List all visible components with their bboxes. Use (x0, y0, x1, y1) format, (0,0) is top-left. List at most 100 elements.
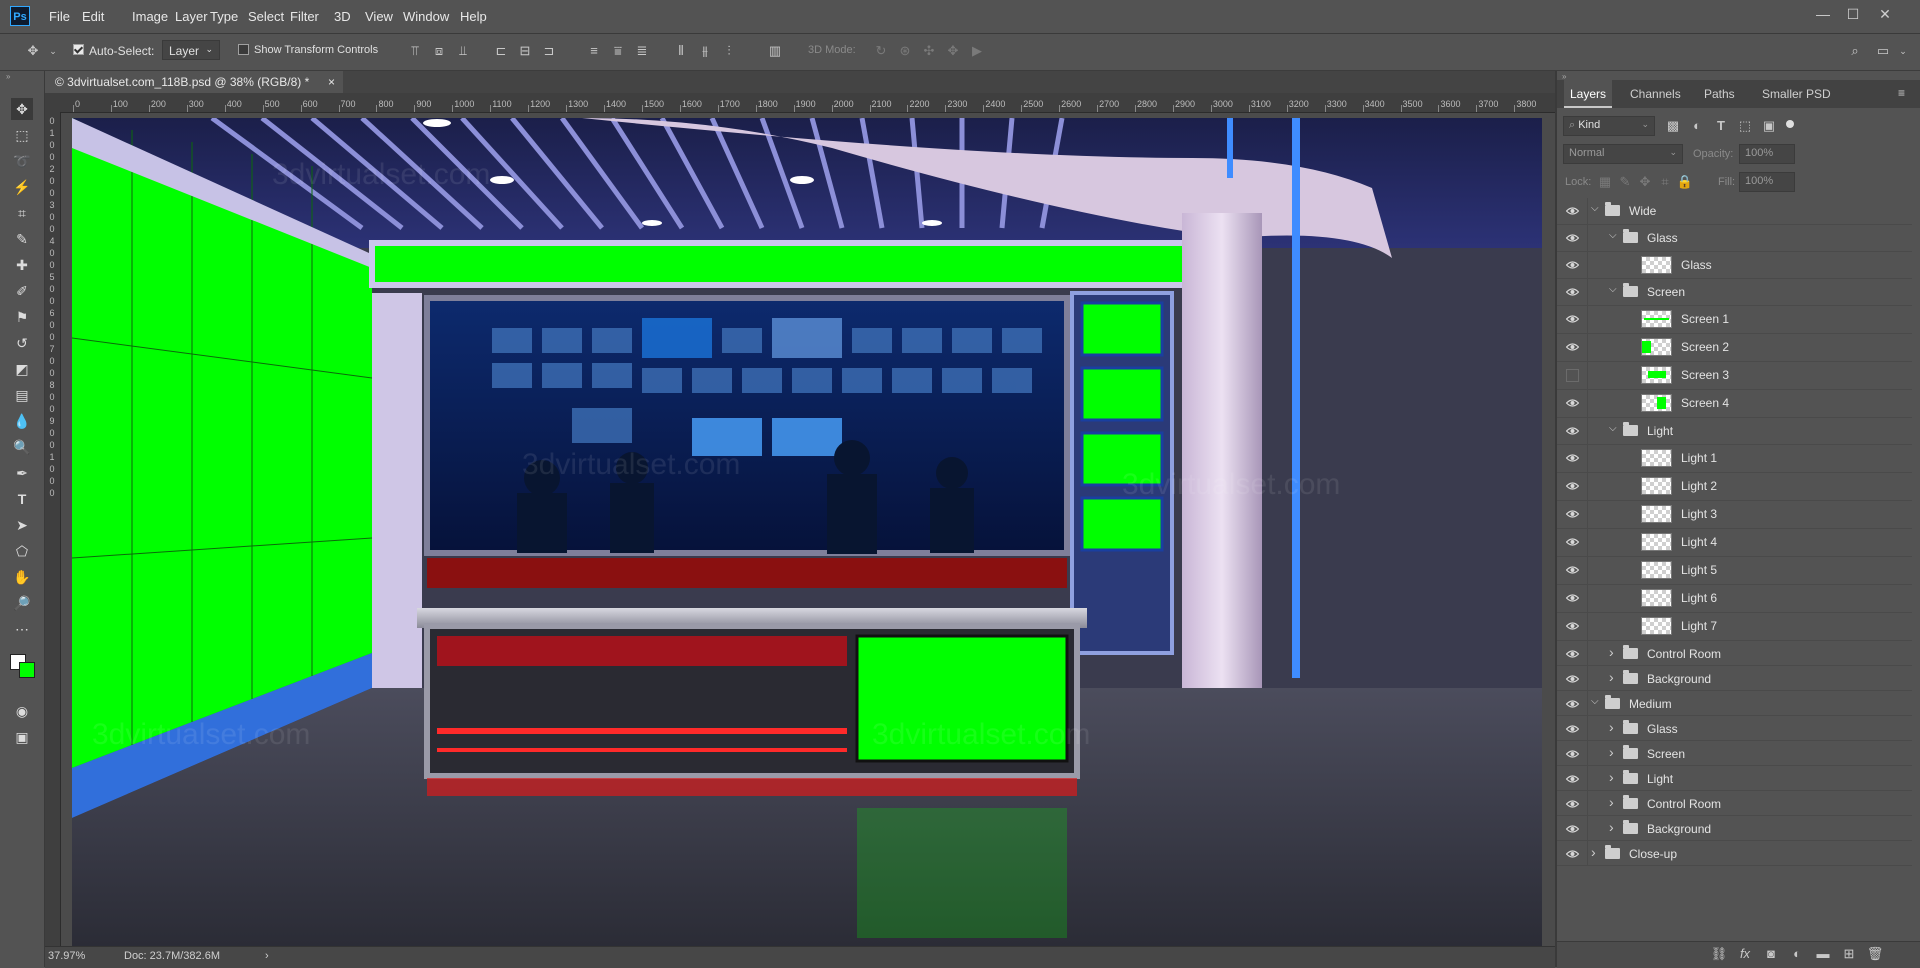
gradient-tool-icon[interactable]: ▤ (11, 384, 33, 406)
chevron-down-icon[interactable]: ⌵ (1591, 203, 1599, 214)
menu-edit[interactable]: Edit (82, 9, 104, 24)
chevron-right-icon[interactable]: › (1609, 794, 1614, 810)
path-selection-tool-icon[interactable]: ➤ (11, 514, 33, 536)
eye-icon[interactable] (1566, 723, 1579, 735)
layer-group-row[interactable]: ⌵ Light (1557, 418, 1912, 445)
clone-stamp-tool-icon[interactable]: ⚑ (11, 306, 33, 328)
eye-icon[interactable] (1566, 341, 1579, 353)
hand-tool-icon[interactable]: ✋ (11, 566, 33, 588)
chevron-right-icon[interactable]: › (1609, 644, 1614, 660)
align-left-icon[interactable]: ⊏ (492, 42, 510, 60)
healing-brush-tool-icon[interactable]: ✚ (11, 254, 33, 276)
minimize-icon[interactable]: — (1812, 6, 1834, 24)
filter-smart-object-icon[interactable]: ▣ (1760, 117, 1778, 135)
layer-row[interactable]: Screen 2 (1557, 334, 1912, 362)
shape-tool-icon[interactable]: ⬠ (11, 540, 33, 562)
layer-group-row[interactable]: ⌵ Glass (1557, 225, 1912, 252)
eye-icon[interactable] (1566, 698, 1579, 710)
distribute-right-icon[interactable]: ⫶ (720, 42, 738, 60)
document-tab[interactable]: © 3dvirtualset.com_118B.psd @ 38% (RGB/8… (45, 71, 343, 93)
3d-scale-icon[interactable]: ▶ (968, 42, 986, 60)
layer-row[interactable]: Light 1 (1557, 445, 1912, 473)
new-group-icon[interactable]: ▬ (1814, 945, 1832, 963)
maximize-icon[interactable]: ☐ (1842, 6, 1864, 24)
brush-tool-icon[interactable]: ✐ (11, 280, 33, 302)
lasso-tool-icon[interactable]: ➰ (11, 150, 33, 172)
layer-group-row[interactable]: › Background (1557, 816, 1912, 841)
eye-icon[interactable] (1566, 205, 1579, 217)
align-hcenter-icon[interactable]: ⊟ (516, 42, 534, 60)
close-tab-icon[interactable]: × (328, 71, 335, 93)
chevron-right-icon[interactable]: › (1609, 769, 1614, 785)
layer-row[interactable]: Light 4 (1557, 529, 1912, 557)
menu-image[interactable]: Image (132, 9, 168, 24)
menu-select[interactable]: Select (248, 9, 284, 24)
panel-menu-icon[interactable]: ≡ (1898, 86, 1905, 100)
eye-icon[interactable] (1566, 480, 1579, 492)
show-transform-checkbox[interactable] (238, 44, 249, 55)
zoom-tool-icon[interactable]: 🔎 (11, 592, 33, 614)
eye-icon[interactable] (1566, 259, 1579, 271)
chevron-down-icon[interactable]: ⌵ (1609, 423, 1617, 434)
add-mask-icon[interactable]: ◙ (1762, 945, 1780, 963)
eye-icon[interactable] (1566, 748, 1579, 760)
menu-layer[interactable]: Layer (175, 9, 208, 24)
pen-tool-icon[interactable]: ✒ (11, 462, 33, 484)
eye-icon[interactable] (1566, 313, 1579, 325)
marquee-tool-icon[interactable]: ⬚ (11, 124, 33, 146)
3d-roll-icon[interactable]: ⊛ (896, 42, 914, 60)
filter-shape-icon[interactable]: ⬚ (1736, 117, 1754, 135)
eye-icon[interactable] (1566, 452, 1579, 464)
move-tool-icon[interactable]: ✥ (11, 98, 33, 120)
eye-icon[interactable] (1566, 592, 1579, 604)
trash-icon[interactable]: 🗑 (1866, 945, 1884, 963)
menu-file[interactable]: File (49, 9, 70, 24)
eye-icon[interactable] (1566, 397, 1579, 409)
chevron-right-icon[interactable]: › (1591, 844, 1596, 860)
type-tool-icon[interactable]: T (11, 488, 33, 510)
layer-row[interactable]: Screen 1 (1557, 306, 1912, 334)
menu-3d[interactable]: 3D (334, 9, 351, 24)
background-color-swatch[interactable] (19, 662, 35, 678)
lock-transparent-icon[interactable]: ▦ (1596, 173, 1614, 191)
align-bottom-icon[interactable]: ⫫ (454, 42, 472, 60)
eye-icon[interactable] (1566, 564, 1579, 576)
layer-row[interactable]: Light 5 (1557, 557, 1912, 585)
eye-icon[interactable] (1566, 620, 1579, 632)
lock-image-icon[interactable]: ✎ (1616, 173, 1634, 191)
tab-smaller-psd[interactable]: Smaller PSD (1762, 80, 1831, 108)
distribute-vcenter-icon[interactable]: ⩸ (609, 42, 627, 60)
filter-type-icon[interactable]: T (1712, 117, 1730, 135)
chevron-down-icon[interactable]: ⌄ (1894, 42, 1912, 60)
lock-all-icon[interactable]: 🔒 (1676, 173, 1694, 191)
layer-group-row[interactable]: ⌵ Medium (1557, 691, 1912, 716)
align-right-icon[interactable]: ⊐ (540, 42, 558, 60)
screen-mode-icon[interactable]: ▣ (11, 726, 33, 748)
3d-slide-icon[interactable]: ✥ (944, 42, 962, 60)
auto-align-icon[interactable]: ▥ (766, 42, 784, 60)
eye-icon[interactable] (1566, 773, 1579, 785)
distribute-hcenter-icon[interactable]: ⫵ (696, 42, 714, 60)
ruler-horizontal[interactable]: 0 100 200 300 400 500 600 700 800 900 1000 1100 1200… (60, 93, 1555, 113)
distribute-top-icon[interactable]: ≡ (585, 42, 603, 60)
layer-row[interactable]: Screen 4 (1557, 390, 1912, 418)
eye-icon[interactable] (1566, 536, 1579, 548)
layer-row[interactable]: Light 3 (1557, 501, 1912, 529)
document-canvas[interactable]: 3dvirtualset.com 3dvirtualset.com 3dvirt… (72, 118, 1542, 946)
eraser-tool-icon[interactable]: ◩ (11, 358, 33, 380)
eye-icon[interactable] (1566, 508, 1579, 520)
chevron-down-icon[interactable]: ⌵ (1609, 230, 1617, 241)
fill-field[interactable]: 100% (1739, 172, 1795, 192)
filter-toggle-icon[interactable] (1786, 120, 1794, 128)
layer-group-row[interactable]: › Screen (1557, 741, 1912, 766)
magic-wand-tool-icon[interactable]: ⚡ (11, 176, 33, 198)
lock-position-icon[interactable]: ✥ (1636, 173, 1654, 191)
eye-icon[interactable] (1566, 823, 1579, 835)
chevron-right-icon[interactable]: › (1609, 669, 1614, 685)
eye-icon[interactable] (1566, 425, 1579, 437)
menu-window[interactable]: Window (403, 9, 449, 24)
chevron-right-icon[interactable]: › (1609, 719, 1614, 735)
crop-tool-icon[interactable]: ⌗ (11, 202, 33, 224)
eyedropper-tool-icon[interactable]: ✎ (11, 228, 33, 250)
align-vcenter-icon[interactable]: ⧈ (430, 42, 448, 60)
